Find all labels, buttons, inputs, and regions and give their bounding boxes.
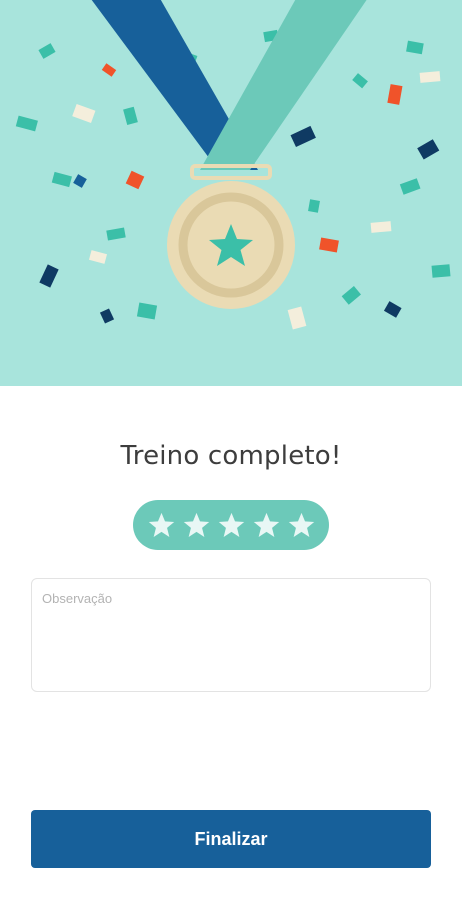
star-rating[interactable]	[133, 500, 329, 550]
medal-icon	[167, 181, 295, 309]
star-icon[interactable]	[252, 511, 281, 540]
celebration-banner	[0, 0, 462, 386]
finish-button[interactable]: Finalizar	[31, 810, 431, 868]
star-icon[interactable]	[217, 511, 246, 540]
page-title: Treino completo!	[120, 441, 342, 472]
star-icon[interactable]	[287, 511, 316, 540]
star-icon[interactable]	[147, 511, 176, 540]
note-field[interactable]	[31, 578, 431, 692]
medal-clasp	[190, 164, 272, 180]
ribbon	[91, 0, 367, 170]
star-icon[interactable]	[182, 511, 211, 540]
medal-illustration	[15, 0, 451, 330]
